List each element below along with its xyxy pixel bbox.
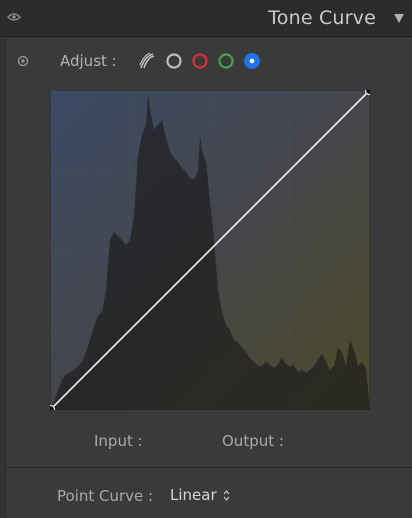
- adjust-label: Adjust :: [60, 52, 117, 70]
- blue-channel-icon[interactable]: [243, 52, 261, 70]
- parametric-curve-icon[interactable]: [138, 52, 156, 70]
- point-curve-select[interactable]: Linear: [170, 486, 230, 504]
- output-label: Output :: [222, 432, 284, 450]
- input-label: Input :: [94, 432, 143, 450]
- green-channel-icon[interactable]: [217, 52, 235, 70]
- updown-chevron-icon: [223, 489, 230, 501]
- red-channel-icon[interactable]: [191, 52, 209, 70]
- point-curve-label: Point Curve :: [57, 487, 154, 505]
- rgb-channel-icon[interactable]: [165, 52, 183, 70]
- panel-title[interactable]: Tone Curve: [268, 7, 376, 29]
- section-divider: [5, 467, 412, 468]
- eye-icon[interactable]: [7, 12, 21, 22]
- target-adjust-icon[interactable]: [17, 55, 29, 67]
- panel-header: Tone Curve: [0, 0, 412, 37]
- tone-curve-graph[interactable]: [50, 90, 370, 410]
- point-curve-value: Linear: [170, 486, 217, 504]
- triangle-down-icon[interactable]: [394, 14, 404, 23]
